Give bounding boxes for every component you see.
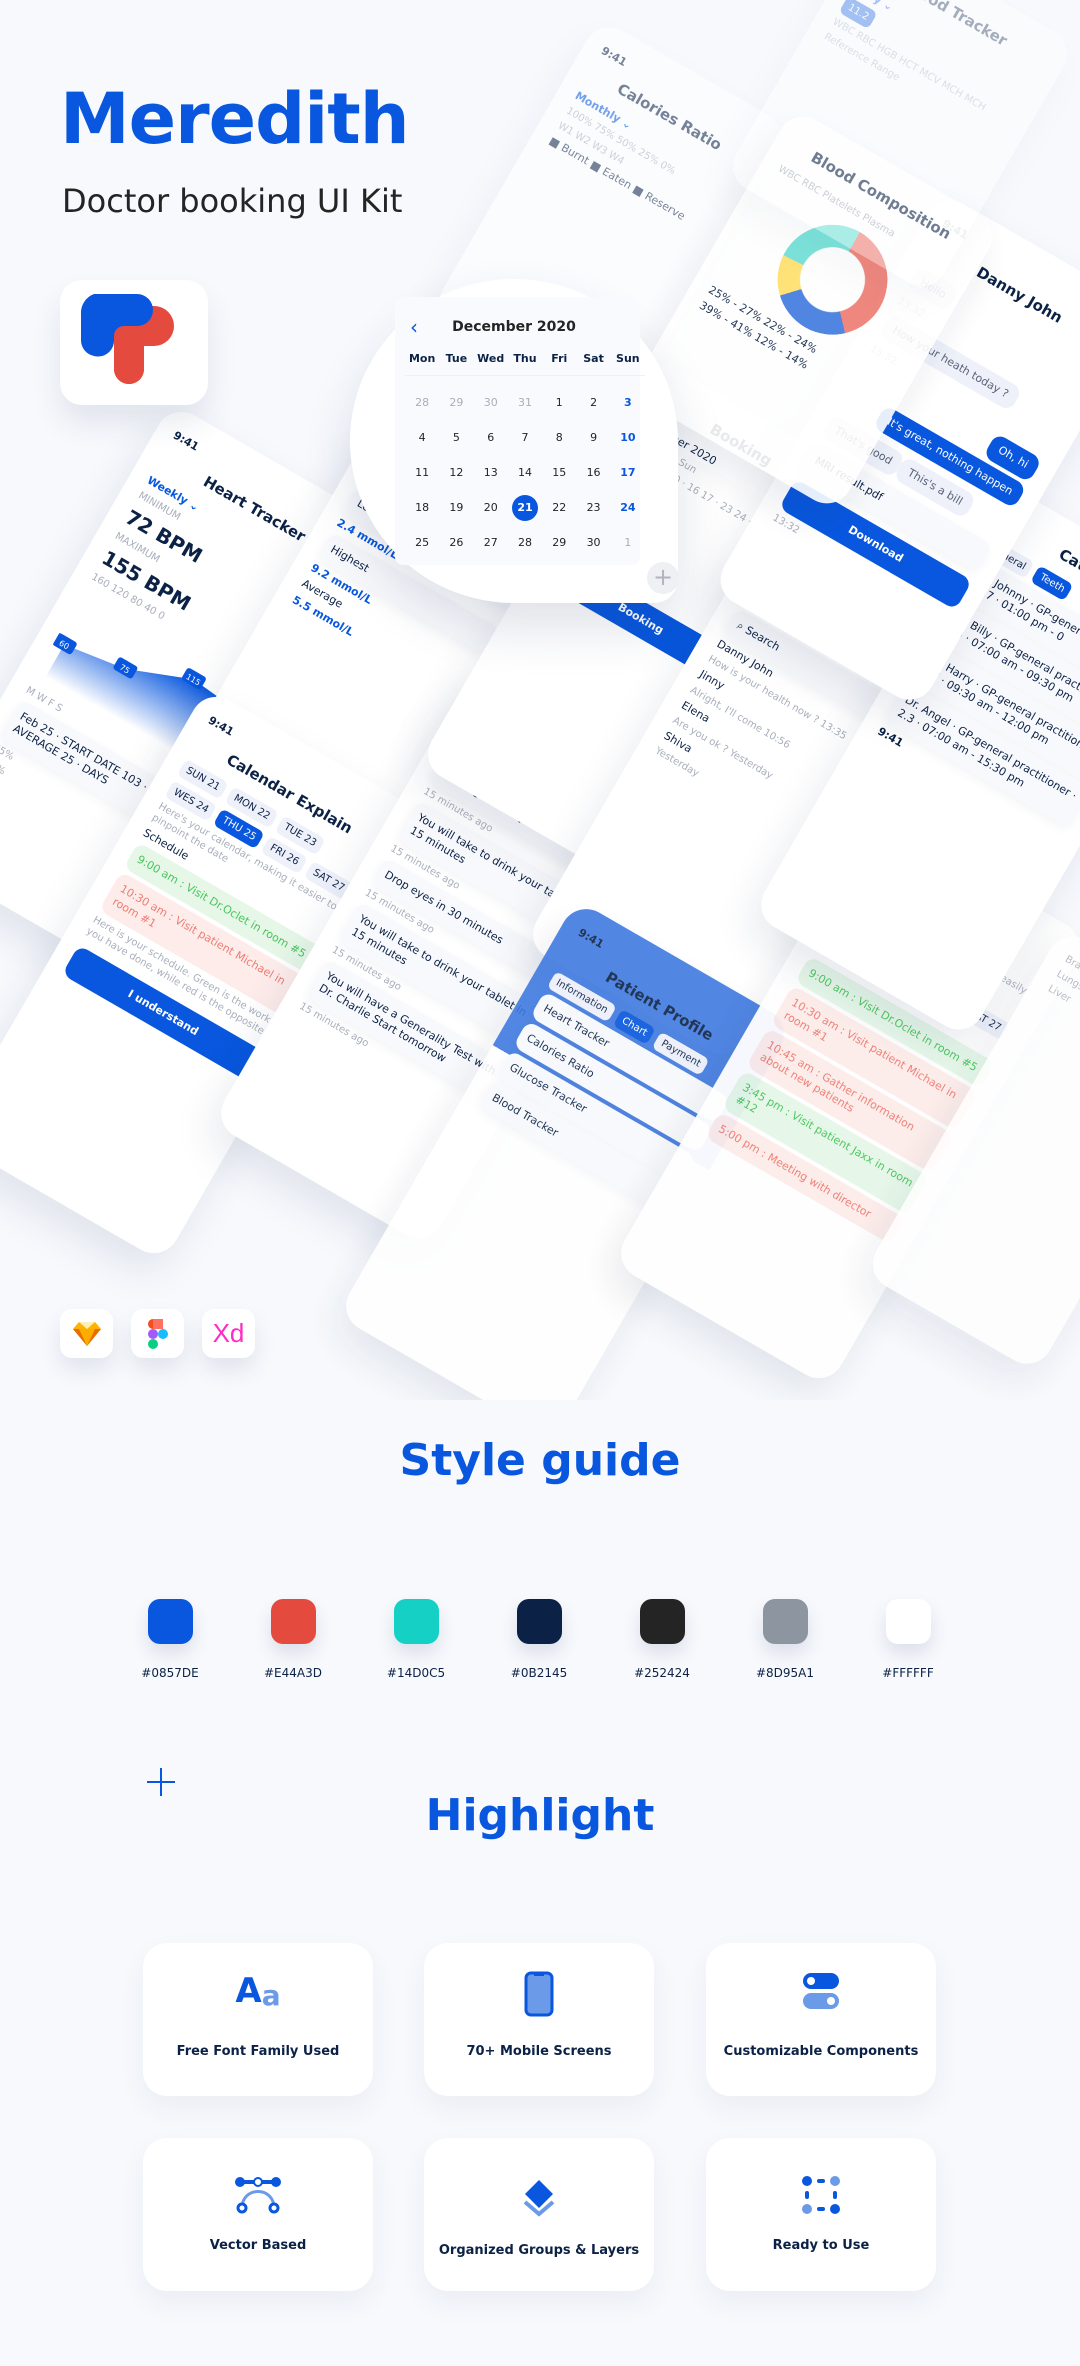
weekday-label: Fri xyxy=(551,352,568,365)
figma-icon xyxy=(131,1309,184,1358)
calendar-day[interactable]: 29 xyxy=(542,525,576,560)
color-swatch xyxy=(640,1599,685,1644)
calendar-day[interactable]: 29 xyxy=(439,385,473,420)
calendar-day[interactable]: 1 xyxy=(542,385,576,420)
weekday-label: Tue xyxy=(445,352,468,365)
vector-pen-icon xyxy=(143,2176,373,2214)
calendar-day[interactable]: 28 xyxy=(508,525,542,560)
calendar-day[interactable]: 17 xyxy=(611,455,645,490)
color-hex-label: #FFFFFF xyxy=(882,1666,934,1680)
screen-text: Lungs xyxy=(1054,968,1080,994)
calendar-day[interactable]: 1 xyxy=(611,525,645,560)
weekday-label: Sun xyxy=(616,352,640,365)
calendar-month: December 2020 xyxy=(452,319,576,335)
color-swatch xyxy=(394,1599,439,1644)
calendar-day[interactable]: 25 xyxy=(405,525,439,560)
highlight-card: Aa Free Font Family Used xyxy=(143,1943,373,2096)
weekday-label: Mon xyxy=(408,352,436,365)
highlight-title: Highlight xyxy=(425,1790,655,1841)
xd-icon: Xd xyxy=(202,1309,255,1358)
font-icon: Aa xyxy=(235,1971,281,2012)
color-swatch xyxy=(517,1599,562,1644)
screen-text: Liver xyxy=(1045,983,1073,1006)
calendar-day[interactable]: 9 xyxy=(576,420,610,455)
app-title: Meredith xyxy=(60,78,410,160)
add-button[interactable]: + xyxy=(647,562,679,594)
weekday-header: Mon Tue Wed Thu Fri Sat Sun xyxy=(405,352,645,376)
calendar-day[interactable]: 6 xyxy=(474,420,508,455)
calendar-day[interactable]: 23 xyxy=(576,490,610,525)
calendar-day[interactable]: 26 xyxy=(439,525,473,560)
color-hex-label: #0B2145 xyxy=(510,1666,568,1680)
calendar-day[interactable]: 30 xyxy=(576,525,610,560)
calendar-day[interactable]: 16 xyxy=(576,455,610,490)
frame-dots-icon xyxy=(706,2176,936,2214)
calendar-days: 28 29 30 31 1 2 3 4 5 6 7 8 9 10 11 12 13 14 15 16 17 18 19 20 2… xyxy=(405,385,645,560)
calendar-day[interactable]: 15 xyxy=(542,455,576,490)
app-subtitle: Doctor booking UI Kit xyxy=(62,182,403,220)
highlight-card: 70+ Mobile Screens xyxy=(424,1943,654,2096)
calendar-day[interactable]: 4 xyxy=(405,420,439,455)
color-hex-label: #252424 xyxy=(634,1666,690,1680)
highlight-card: Organized Groups & Layers xyxy=(424,2138,654,2291)
calendar-day[interactable]: 13 xyxy=(474,455,508,490)
weekday-label: Thu xyxy=(513,352,537,365)
calendar-day[interactable]: 11 xyxy=(405,455,439,490)
highlight-card: Vector Based xyxy=(143,2138,373,2291)
color-swatch xyxy=(886,1599,931,1644)
weekday-label: Sat xyxy=(583,352,604,365)
highlight-card: Customizable Components xyxy=(706,1943,936,2096)
calendar-day[interactable]: 22 xyxy=(542,490,576,525)
color-swatch xyxy=(763,1599,808,1644)
color-hex-label: #E44A3D xyxy=(264,1666,322,1680)
calendar-day[interactable]: 2 xyxy=(576,385,610,420)
weekday-label: Wed xyxy=(477,352,505,365)
calendar-day[interactable]: 24 xyxy=(611,490,645,525)
color-swatch xyxy=(271,1599,316,1644)
layers-icon xyxy=(424,2178,654,2218)
calendar-day[interactable]: 5 xyxy=(439,420,473,455)
calendar-day[interactable]: 28 xyxy=(405,385,439,420)
color-hex-label: #0857DE xyxy=(141,1666,199,1680)
calendar-day[interactable]: 20 xyxy=(474,490,508,525)
calendar-day[interactable]: 18 xyxy=(405,490,439,525)
calendar-day[interactable]: 19 xyxy=(439,490,473,525)
toggle-icon xyxy=(706,1971,936,2011)
app-logo xyxy=(60,280,208,405)
color-hex-label: #8D95A1 xyxy=(755,1666,815,1680)
calendar-widget: ‹ December 2020 Mon Tue Wed Thu Fri Sat Sun 28… xyxy=(350,279,679,603)
calendar-day[interactable]: 27 xyxy=(474,525,508,560)
calendar-day[interactable]: 3 xyxy=(611,385,645,420)
color-hex-label: #14D0C5 xyxy=(386,1666,446,1680)
color-swatch xyxy=(148,1599,193,1644)
calendar-day[interactable]: 12 xyxy=(439,455,473,490)
style-guide-title: Style guide xyxy=(399,1435,681,1486)
sketch-icon xyxy=(60,1309,113,1358)
calendar-day[interactable]: 14 xyxy=(508,455,542,490)
mobile-phone-icon xyxy=(424,1971,654,2017)
calendar-day[interactable]: 30 xyxy=(474,385,508,420)
calendar-day[interactable]: 8 xyxy=(542,420,576,455)
calendar-day[interactable]: 10 xyxy=(611,420,645,455)
calendar-day[interactable]: 21 xyxy=(508,490,542,525)
calendar-day[interactable]: 31 xyxy=(508,385,542,420)
calendar-day[interactable]: 7 xyxy=(508,420,542,455)
highlight-card: Ready to Use xyxy=(706,2138,936,2291)
